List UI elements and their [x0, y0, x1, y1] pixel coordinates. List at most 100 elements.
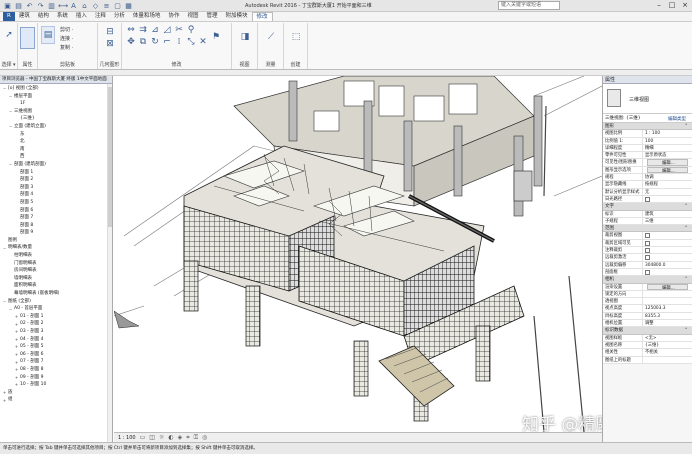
property-value[interactable]: 304800.0 — [643, 262, 692, 268]
browser-tree-item[interactable]: − 剖面 (建筑剖面) — [0, 161, 112, 169]
browser-tree-item[interactable]: +05 - 剖面 5 — [0, 343, 112, 351]
browser-tree-item[interactable]: 幕墙明细表 (嵌板明细) — [0, 290, 112, 298]
tree-toggle-icon[interactable] — [14, 193, 19, 198]
tree-toggle-icon[interactable]: + — [14, 367, 19, 372]
tree-toggle-icon[interactable]: + — [14, 322, 19, 327]
property-value[interactable] — [643, 269, 692, 275]
undo-icon[interactable]: ↶ — [25, 2, 34, 10]
mirror-draw-icon[interactable]: ◿ — [162, 25, 172, 35]
property-edit-button[interactable]: 编辑... — [647, 283, 688, 290]
print-icon[interactable]: ▥ — [47, 2, 56, 10]
minimize-icon[interactable]: – — [654, 1, 664, 10]
browser-tree-item[interactable]: 1F — [0, 100, 112, 108]
property-value[interactable]: 调整 — [643, 320, 692, 326]
tab-structure[interactable]: 结构 — [34, 12, 53, 21]
tree-toggle-icon[interactable] — [8, 291, 13, 296]
maximize-icon[interactable]: □ — [667, 1, 677, 10]
property-checkbox[interactable] — [645, 269, 650, 275]
type-selector[interactable]: 三维视图 — [603, 84, 692, 114]
tree-toggle-icon[interactable]: − — [8, 124, 13, 129]
open-icon[interactable]: ▣ — [3, 2, 12, 10]
property-group-header[interactable]: 文字 ⌃ — [603, 203, 692, 211]
redo-icon[interactable]: ↷ — [36, 2, 45, 10]
browser-tree-item[interactable]: 剖面 9 — [0, 229, 112, 237]
tree-toggle-icon[interactable]: + — [2, 398, 7, 403]
tree-toggle-icon[interactable] — [14, 139, 19, 144]
tab-modify[interactable]: 修改 — [251, 12, 273, 21]
browser-tree-item[interactable]: 房间明细表 — [0, 267, 112, 275]
scale-icon[interactable]: ⤡ — [186, 37, 196, 47]
browser-tree-item[interactable]: 剖面 5 — [0, 199, 112, 207]
tree-toggle-icon[interactable] — [8, 261, 13, 266]
switch-window-icon[interactable]: ▦ — [124, 2, 133, 10]
collapse-icon[interactable]: ⌃ — [684, 327, 688, 334]
tab-collaborate[interactable]: 协作 — [164, 12, 183, 21]
browser-tree-item[interactable]: 北 — [0, 138, 112, 146]
browser-tree-item[interactable]: 门窗明细表 — [0, 260, 112, 268]
property-checkbox[interactable] — [645, 248, 650, 254]
browser-tree-item[interactable]: − A0 - 首层平面 — [0, 305, 112, 313]
property-value[interactable]: <无> — [643, 335, 692, 341]
property-group-header[interactable]: 范围 ⌃ — [603, 225, 692, 233]
copy-button[interactable]: 复制 · — [60, 44, 73, 51]
browser-tree-item[interactable]: 剖面 6 — [0, 207, 112, 215]
property-checkbox[interactable] — [645, 255, 650, 261]
unpin-icon[interactable]: ⚑ — [210, 31, 222, 43]
property-group-header[interactable]: 相机 ⌃ — [603, 276, 692, 284]
crop-icon[interactable]: ⌗ — [186, 434, 189, 442]
tree-toggle-icon[interactable] — [8, 284, 13, 289]
tree-toggle-icon[interactable]: + — [14, 382, 19, 387]
browser-tree-item[interactable]: 柱明细表 — [0, 252, 112, 260]
property-edit-button[interactable]: 编辑... — [647, 159, 688, 166]
view-scale[interactable]: 1 : 100 — [118, 435, 136, 441]
tree-toggle-icon[interactable]: − — [8, 307, 13, 312]
rotate-icon[interactable]: ↻ — [150, 37, 160, 47]
split-icon[interactable]: ✂ — [174, 25, 184, 35]
lock-view-icon[interactable]: ⚿ — [194, 434, 199, 442]
property-value[interactable]: 三维 — [643, 218, 692, 224]
close-hidden-icon[interactable]: ▢ — [113, 2, 122, 10]
property-value[interactable] — [643, 240, 692, 246]
render-icon[interactable]: ◈ — [178, 434, 183, 441]
3d-icon[interactable]: ⌂ — [80, 2, 89, 10]
mirror-axis-icon[interactable]: ⊿ — [150, 25, 160, 35]
tree-toggle-icon[interactable]: + — [2, 390, 7, 395]
browser-tree-item[interactable]: +02 - 剖面 2 — [0, 320, 112, 328]
browser-tree-item[interactable]: +09 - 剖面 9 — [0, 374, 112, 382]
join-button[interactable]: 连接 · — [60, 35, 73, 42]
tree-toggle-icon[interactable]: − — [8, 94, 13, 99]
property-value[interactable] — [643, 291, 692, 297]
tab-view[interactable]: 视图 — [183, 12, 202, 21]
property-edit-button[interactable]: 编辑... — [647, 166, 688, 174]
browser-tree-item[interactable]: 剖面 3 — [0, 184, 112, 192]
tree-toggle-icon[interactable]: + — [14, 337, 19, 342]
tree-toggle-icon[interactable] — [14, 147, 19, 152]
modify-cursor-icon[interactable]: ➚ — [3, 27, 15, 43]
tree-toggle-icon[interactable] — [14, 177, 19, 182]
browser-tree-item[interactable]: +10 - 剖面 10 — [0, 381, 112, 389]
pin-icon[interactable]: ⚲ — [186, 25, 196, 35]
visual-style-icon[interactable]: ◫ — [149, 434, 155, 441]
thin-lines-icon[interactable]: ≡ — [102, 2, 111, 10]
property-group-header[interactable]: 标识数据 ⌃ — [603, 327, 692, 335]
property-value[interactable]: 协调 — [643, 174, 692, 180]
tree-toggle-icon[interactable] — [14, 223, 19, 228]
tree-toggle-icon[interactable]: − — [2, 246, 7, 251]
offset-icon[interactable]: ⇉ — [138, 25, 148, 35]
tab-file[interactable]: R — [3, 12, 15, 21]
temporary-hide-icon[interactable]: ◎ — [202, 434, 207, 441]
tree-toggle-icon[interactable] — [8, 253, 13, 258]
property-checkbox[interactable] — [645, 233, 650, 239]
detail-level-icon[interactable]: ▭ — [140, 434, 146, 441]
property-value[interactable]: 按规程 — [643, 181, 692, 187]
tree-toggle-icon[interactable] — [8, 269, 13, 274]
browser-tree-item[interactable]: − 明细表/数量 — [0, 244, 112, 252]
shadows-icon[interactable]: ◐ — [168, 434, 173, 441]
copy-icon[interactable]: ⧉ — [138, 37, 148, 47]
browser-tree-item[interactable]: 剖面 4 — [0, 191, 112, 199]
browser-tree-item[interactable]: +07 - 剖面 7 — [0, 358, 112, 366]
cut-button[interactable]: 剪切 · — [60, 26, 73, 33]
browser-tree-item[interactable]: +01 - 剖面 1 — [0, 313, 112, 321]
tab-architecture[interactable]: 建筑 — [15, 12, 34, 21]
browser-tree-item[interactable]: +06 - 剖面 6 — [0, 351, 112, 359]
